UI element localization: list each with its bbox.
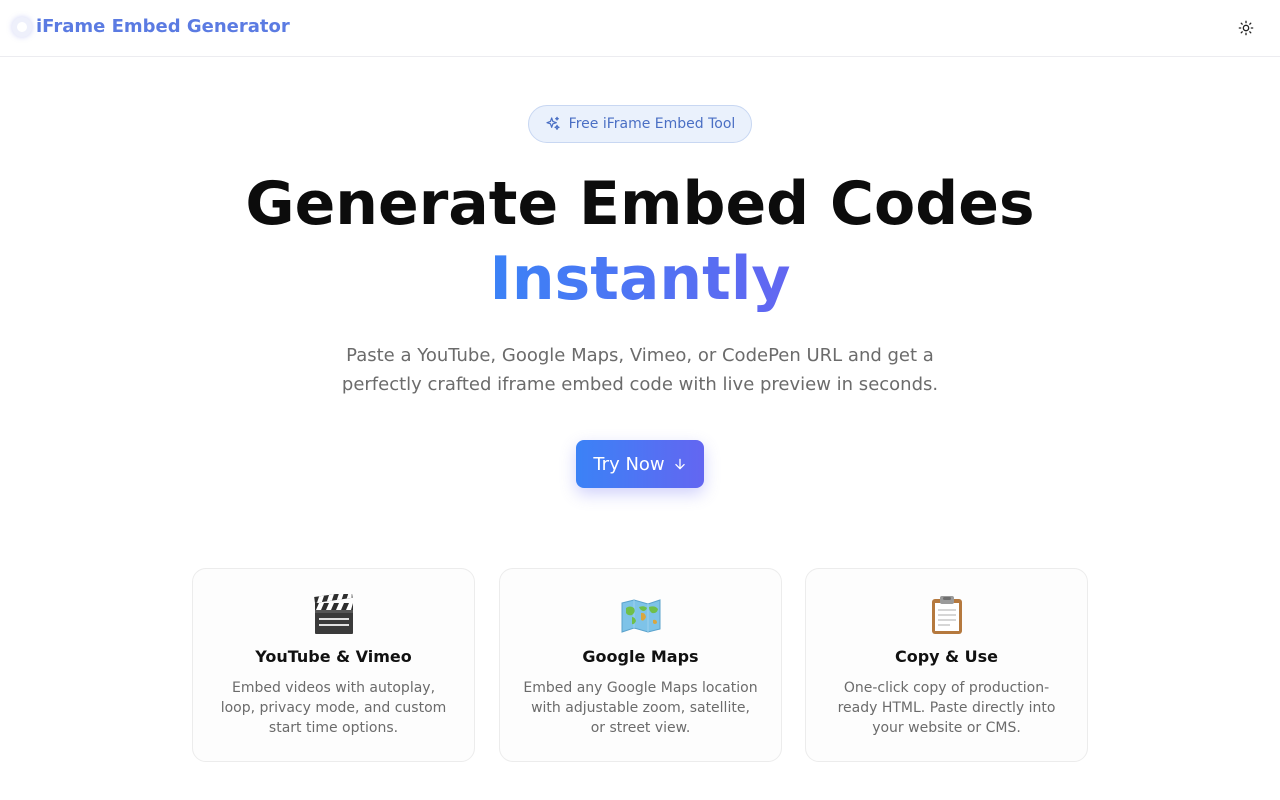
feature-title: Google Maps [582, 647, 699, 666]
sparkles-icon [546, 116, 560, 130]
top-navigation-bar: iFrame Embed Generator [0, 0, 1280, 57]
sun-icon [1238, 20, 1254, 36]
headline: Generate Embed Codes [245, 169, 1035, 239]
circle-logo-icon [12, 17, 32, 37]
clipboard-icon [806, 593, 1087, 637]
clapperboard-icon [193, 593, 474, 637]
brand-link[interactable]: iFrame Embed Generator [12, 16, 290, 38]
try-now-button[interactable]: Try Now [576, 440, 704, 488]
app-title: iFrame Embed Generator [36, 16, 290, 37]
world-map-icon [500, 593, 781, 637]
feature-description: Embed any Google Maps location with adju… [523, 680, 758, 736]
badge-label: Free iFrame Embed Tool [568, 116, 736, 132]
try-now-label: Try Now [593, 453, 665, 475]
theme-toggle-button[interactable] [1234, 16, 1258, 40]
feature-card-youtube-vimeo: YouTube & Vimeo Embed videos with autopl… [192, 568, 475, 762]
arrow-down-icon [674, 458, 685, 470]
free-tool-badge: Free iFrame Embed Tool [528, 105, 752, 143]
headline-accent: Instantly [0, 243, 1280, 315]
headline-accent-text: Instantly [489, 244, 791, 314]
feature-title: Copy & Use [894, 647, 999, 666]
feature-card-google-maps: Google Maps Embed any Google Maps locati… [499, 568, 782, 762]
feature-description: One-click copy of production-ready HTML.… [837, 680, 1056, 736]
feature-description: Embed videos with autoplay, loop, privac… [220, 680, 447, 736]
feature-title: YouTube & Vimeo [255, 647, 412, 666]
feature-card-copy-use: Copy & Use One-click copy of production-… [805, 568, 1088, 762]
hero-subtitle: Paste a YouTube, Google Maps, Vimeo, or … [341, 345, 939, 395]
